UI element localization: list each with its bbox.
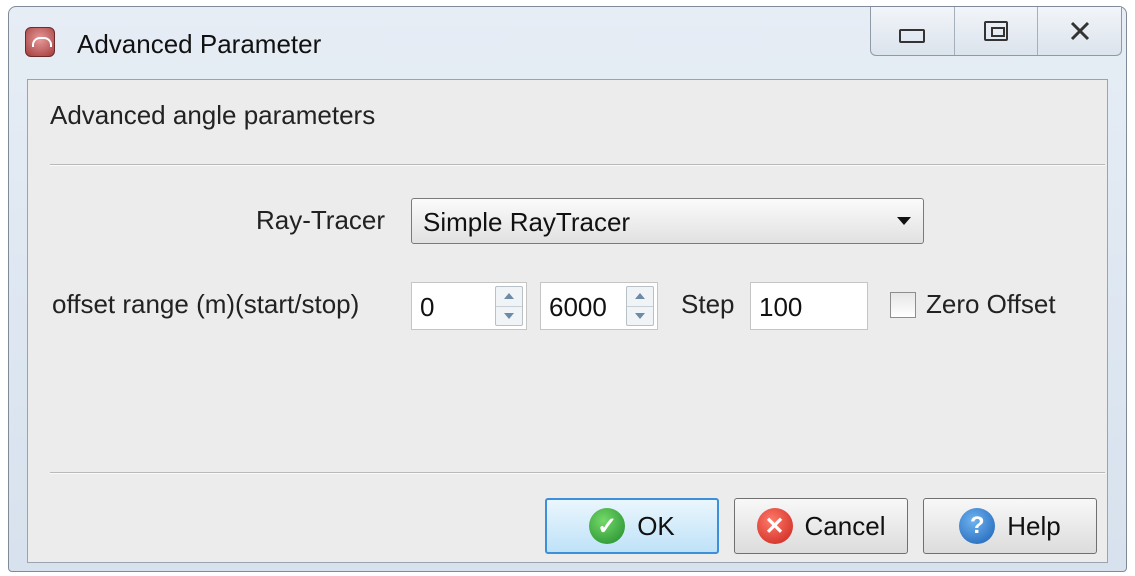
window-controls <box>870 7 1122 56</box>
section-title: Advanced angle parameters <box>50 100 376 130</box>
offset-start-spin-buttons[interactable] <box>495 286 523 326</box>
help-button[interactable]: ? Help <box>923 498 1097 554</box>
title-bar[interactable]: Advanced Parameter <box>9 7 1126 79</box>
cancel-button[interactable]: ✕ Cancel <box>734 498 908 554</box>
cancel-icon: ✕ <box>756 508 793 544</box>
raytracer-selected: Simple RayTracer <box>423 207 631 237</box>
offset-stop-value: 6000 <box>549 292 607 322</box>
ok-button-label: OK <box>637 510 675 541</box>
zero-offset-label: Zero Offset <box>926 289 1056 319</box>
offset-stop-decrement[interactable] <box>627 305 653 326</box>
step-input[interactable]: 100 <box>750 282 868 330</box>
arrow-down-icon <box>635 312 645 319</box>
step-label: Step <box>681 289 735 319</box>
maximize-button[interactable] <box>953 7 1038 55</box>
offset-start-increment[interactable] <box>496 287 522 306</box>
chevron-down-icon <box>897 217 911 225</box>
checkmark-icon: ✓ <box>589 508 626 544</box>
arrow-up-icon <box>635 293 645 300</box>
help-button-label: Help <box>1007 510 1061 541</box>
step-value: 100 <box>759 292 803 322</box>
close-button[interactable] <box>1037 7 1121 55</box>
window-title: Advanced Parameter <box>77 29 322 59</box>
app-icon <box>25 27 55 57</box>
offset-start-decrement[interactable] <box>496 305 522 326</box>
raytracer-label: Ray-Tracer <box>256 205 386 235</box>
bottom-separator <box>50 472 1105 474</box>
close-icon <box>1070 21 1089 41</box>
minimize-icon <box>899 29 926 43</box>
zero-offset-checkbox[interactable] <box>890 292 916 318</box>
arrow-up-icon <box>504 293 514 300</box>
dialog-content: Advanced angle parameters Ray-Tracer Sim… <box>27 79 1108 563</box>
cancel-button-label: Cancel <box>804 510 886 541</box>
dialog-window: Advanced Parameter Advanced angle parame… <box>8 6 1127 572</box>
offset-start-value: 0 <box>420 292 435 322</box>
offset-stop-spin-buttons[interactable] <box>626 286 654 326</box>
offset-stop-spinner[interactable]: 6000 <box>540 282 658 330</box>
offset-stop-increment[interactable] <box>627 287 653 306</box>
help-icon: ? <box>959 508 996 544</box>
offset-range-label: offset range (m)(start/stop) <box>52 289 360 319</box>
arrow-down-icon <box>504 312 514 319</box>
ok-button[interactable]: ✓ OK <box>545 498 719 554</box>
top-separator <box>50 164 1105 166</box>
minimize-button[interactable] <box>871 7 954 55</box>
maximize-icon <box>984 21 1008 41</box>
offset-start-spinner[interactable]: 0 <box>411 282 527 330</box>
raytracer-dropdown[interactable]: Simple RayTracer <box>411 198 924 244</box>
